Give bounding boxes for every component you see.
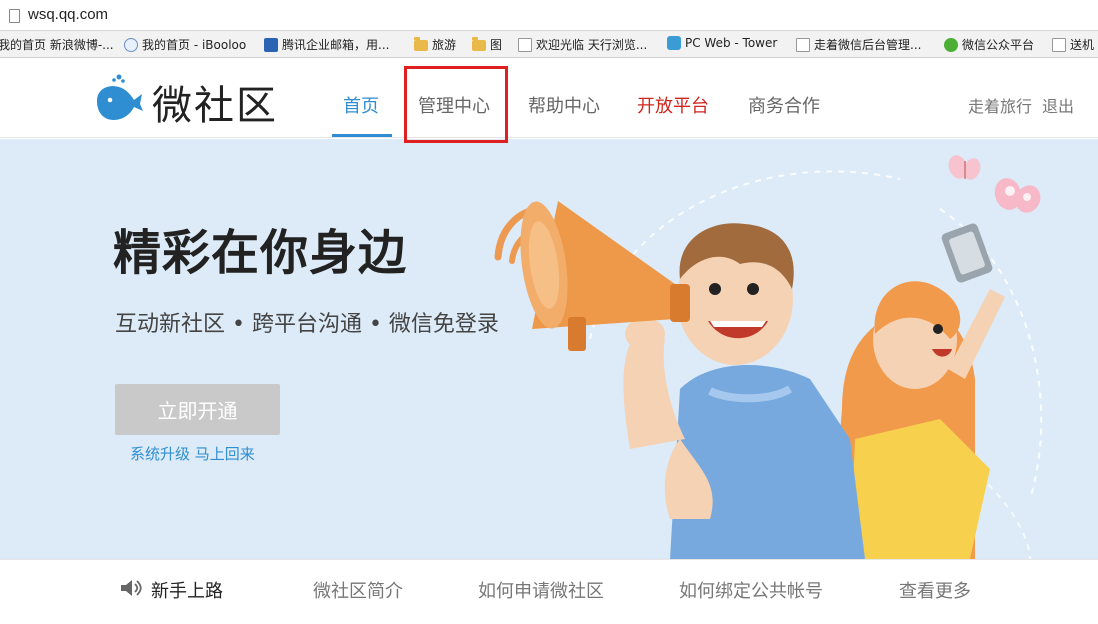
- bottom-link-how-to-apply[interactable]: 如何申请微社区: [478, 577, 604, 603]
- bookmark-item[interactable]: 欢迎光临 天行浏览...: [518, 36, 647, 53]
- hero-illustration: [494, 155, 1043, 559]
- folder-icon: [414, 37, 428, 51]
- hero-banner: 精彩在你身边 互动新社区 • 跨平台沟通 • 微信免登录 立即开通 系统升级 马…: [0, 139, 1098, 559]
- site-header: 微社区 首页 管理中心 帮助中心 开放平台 商务合作 走着旅行 退出: [0, 59, 1098, 138]
- address-bar[interactable]: wsq.qq.com: [0, 0, 1098, 31]
- user-name-link[interactable]: 走着旅行: [968, 93, 1032, 117]
- bookmark-label: 旅游: [432, 38, 457, 52]
- nav-home[interactable]: 首页: [343, 92, 379, 118]
- bookmark-label: 送机: [1070, 38, 1095, 52]
- bookmark-item[interactable]: 微信公众平台: [944, 36, 1034, 53]
- logout-link[interactable]: 退出: [1042, 93, 1074, 117]
- bottom-link-newbie[interactable]: 新手上路: [151, 577, 223, 603]
- page-icon: [518, 37, 532, 52]
- bottom-nav: 新手上路 微社区简介 如何申请微社区 如何绑定公共帐号 查看更多: [0, 559, 1098, 624]
- bookmark-item[interactable]: 腾讯企业邮箱，用...: [264, 36, 389, 53]
- nav-help-center[interactable]: 帮助中心: [528, 92, 600, 118]
- bookmark-label: 腾讯企业邮箱，用...: [282, 38, 390, 52]
- bookmark-item[interactable]: 我的首页 - iBooloo: [124, 36, 246, 53]
- hero-subtitle: 互动新社区 • 跨平台沟通 • 微信免登录: [115, 312, 499, 337]
- bookmark-label: 欢迎光临 天行浏览...: [536, 38, 648, 52]
- tencent-icon: [264, 37, 278, 52]
- folder-icon: [472, 37, 486, 51]
- bookmark-item[interactable]: 送机: [1052, 36, 1094, 53]
- nav-active-indicator: [332, 134, 392, 137]
- bookmark-label: 图: [490, 38, 503, 52]
- bookmark-label: 我的首页 新浪微博-...: [0, 38, 114, 52]
- highlight-box: [404, 66, 508, 143]
- bottom-link-how-to-bind[interactable]: 如何绑定公共帐号: [679, 577, 823, 603]
- globe-icon: [124, 37, 138, 52]
- butterfly-icon: [948, 155, 981, 180]
- bookmark-item[interactable]: 我的首页 新浪微博-...: [0, 36, 114, 53]
- page-icon: [1052, 37, 1066, 52]
- whale-logo-icon[interactable]: [94, 73, 144, 123]
- bookmark-item[interactable]: PC Web - Tower: [667, 36, 777, 50]
- bookmark-label: 走着微信后台管理...: [814, 38, 922, 52]
- bookmark-label: 我的首页 - iBooloo: [142, 38, 247, 52]
- bottom-link-more[interactable]: 查看更多: [899, 577, 971, 603]
- page-icon: [796, 37, 810, 52]
- url-text[interactable]: wsq.qq.com: [28, 6, 108, 23]
- open-now-button[interactable]: 立即开通: [115, 384, 280, 435]
- nav-business[interactable]: 商务合作: [748, 92, 820, 118]
- upgrade-notice: 系统升级 马上回来: [130, 445, 255, 463]
- wechat-icon: [944, 37, 958, 52]
- tower-icon: [667, 36, 681, 50]
- logo-text[interactable]: 微社区: [152, 73, 278, 131]
- bookmarks-bar: 我的首页 新浪微博-... 我的首页 - iBooloo 腾讯企业邮箱，用...…: [0, 31, 1098, 58]
- page-icon: [9, 9, 20, 23]
- nav-open-platform[interactable]: 开放平台: [637, 92, 709, 118]
- bookmark-label: 微信公众平台: [962, 38, 1035, 52]
- bookmark-label: PC Web - Tower: [685, 36, 778, 50]
- bottom-link-intro[interactable]: 微社区简介: [313, 577, 403, 603]
- bookmark-item[interactable]: 图: [472, 36, 502, 53]
- bookmark-item[interactable]: 旅游: [414, 36, 456, 53]
- bookmark-item[interactable]: 走着微信后台管理...: [796, 36, 921, 53]
- hero-title: 精彩在你身边: [113, 225, 408, 281]
- butterfly-icon: [994, 178, 1041, 213]
- speaker-icon: [121, 580, 142, 596]
